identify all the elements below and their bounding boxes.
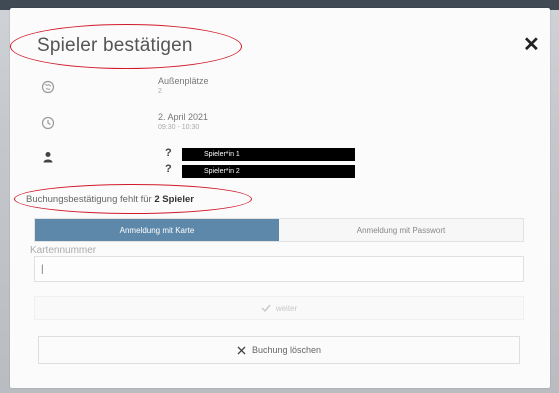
delete-booking-label: Buchung löschen [251, 345, 322, 355]
globe-icon [41, 80, 55, 94]
tab-card-login[interactable]: Anmeldung mit Karte [35, 219, 279, 241]
login-method-tabs: Anmeldung mit Karte Anmeldung mit Passwo… [34, 218, 524, 242]
location-name: Außenplätze [158, 76, 209, 86]
person-icon [43, 152, 53, 163]
card-number-label: Kartennummer [30, 245, 97, 256]
close-icon [237, 346, 246, 354]
delete-booking-button[interactable]: Buchung löschen [38, 336, 520, 364]
confirm-players-dialog: Spieler bestätigen ✕ Außenplätze 2 2. Ap… [10, 8, 550, 388]
booking-time: 09:30 - 10:30 [158, 124, 200, 131]
player-2-status: ? [165, 163, 172, 175]
tab-password-login[interactable]: Anmeldung mit Passwort [279, 219, 523, 241]
check-icon [261, 304, 271, 312]
location-court: 2 [158, 88, 162, 95]
clock-icon [41, 116, 55, 130]
player-1-status: ? [165, 147, 172, 159]
booking-date: 2. April 2021 [158, 112, 209, 122]
player-1-chip[interactable]: Spieler*in 1 [182, 148, 355, 161]
close-button[interactable]: ✕ [523, 35, 540, 55]
continue-label: weiter [275, 303, 298, 313]
player-2-chip[interactable]: Spieler*in 2 [182, 165, 355, 178]
card-number-input[interactable] [34, 256, 524, 282]
title-annotation-ellipse [10, 24, 242, 69]
continue-button[interactable]: weiter [34, 296, 524, 320]
pending-annotation-ellipse [14, 184, 252, 214]
